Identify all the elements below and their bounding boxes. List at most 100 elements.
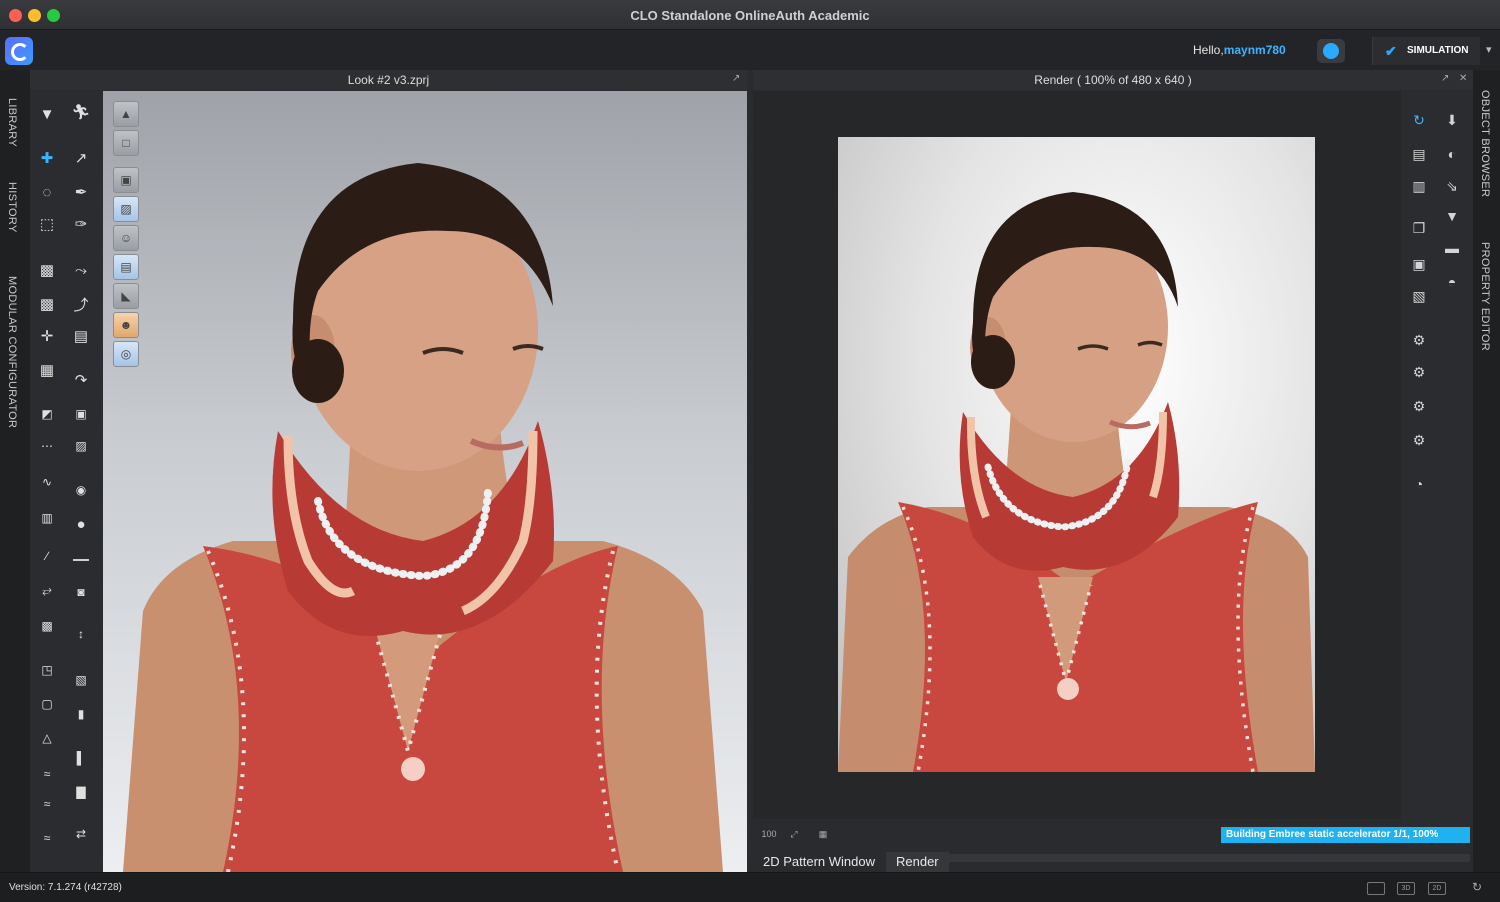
edit-brush-icon[interactable]: ✑ bbox=[68, 211, 94, 237]
username-link[interactable]: maynm780 bbox=[1224, 43, 1286, 57]
steps-icon[interactable]: ▇ bbox=[68, 779, 94, 805]
light-settings-icon[interactable]: ⚙ bbox=[1405, 393, 1433, 419]
clo-logo-icon[interactable] bbox=[5, 37, 33, 65]
caret-down-icon[interactable]: ▾ bbox=[1486, 43, 1492, 56]
bars-icon[interactable]: ▌ bbox=[68, 745, 94, 771]
layers-icon[interactable]: ≈ bbox=[34, 761, 60, 787]
shirt-icon[interactable]: △ bbox=[34, 725, 60, 751]
avatar-skin-icon[interactable]: ☻ bbox=[113, 312, 139, 338]
pattern-icon[interactable]: ◩ bbox=[34, 401, 60, 427]
gradient-icon[interactable]: ▣ bbox=[68, 401, 94, 427]
image-icon[interactable]: ▧ bbox=[1405, 283, 1433, 309]
tab-property-editor[interactable]: PROPERTY EDITOR bbox=[1479, 242, 1491, 351]
flatten-icon[interactable]: ⤳ bbox=[68, 257, 94, 283]
clo-app-window: CLO Standalone OnlineAuth Academic Hello… bbox=[0, 0, 1500, 902]
sewing-icon[interactable]: ⋯ bbox=[34, 433, 60, 459]
environment-globe-icon[interactable]: ◎ bbox=[113, 341, 139, 367]
shape-icon[interactable]: ▦ bbox=[34, 357, 60, 383]
chevrons-icon[interactable]: ≈ bbox=[34, 791, 60, 817]
pane-3d-title: Look #2 v3.zprj bbox=[347, 73, 430, 87]
trim-icon[interactable]: ▩ bbox=[34, 613, 60, 639]
tab-modular-configurator[interactable]: MODULAR CONFIGURATOR bbox=[6, 276, 18, 428]
texture-view-icon[interactable]: ▤ bbox=[113, 254, 139, 280]
turntable-icon[interactable]: ◔ bbox=[1405, 471, 1433, 497]
video-icon[interactable]: ▥ bbox=[1405, 173, 1433, 199]
video-settings-icon[interactable]: ⚙ bbox=[1405, 427, 1433, 453]
disk-icon[interactable]: ▬ bbox=[1438, 235, 1466, 261]
show-avatar-icon[interactable]: ☺ bbox=[113, 225, 139, 251]
avatar-display-icon[interactable]: ▲ bbox=[113, 101, 139, 127]
image-settings-icon[interactable]: ⚙ bbox=[1405, 327, 1433, 353]
move-gizmo-icon[interactable]: ✚ bbox=[34, 145, 60, 171]
copy-icon[interactable]: ❐ bbox=[1405, 215, 1433, 241]
avatar-3d-image bbox=[123, 163, 723, 872]
dome-icon[interactable]: ◓ bbox=[1438, 269, 1466, 295]
garment-icon[interactable]: ▩ bbox=[34, 257, 60, 283]
stack-icon[interactable]: ≈ bbox=[34, 825, 60, 851]
fit-icon[interactable]: ⤢ bbox=[784, 824, 804, 844]
brush-icon[interactable]: ✒ bbox=[68, 179, 94, 205]
show-pattern-icon[interactable]: ▨ bbox=[113, 196, 139, 222]
tape-icon[interactable]: ⥂ bbox=[34, 577, 60, 603]
jacket-icon[interactable]: ▢ bbox=[34, 691, 60, 717]
pin-icon[interactable]: ↗ bbox=[68, 145, 94, 171]
add-garment-icon[interactable]: ✛ bbox=[34, 323, 60, 349]
popout-icon[interactable]: ↗ bbox=[732, 73, 740, 84]
view-3d-button[interactable]: 3D bbox=[1397, 882, 1415, 895]
show-garment-icon[interactable]: ▣ bbox=[113, 167, 139, 193]
needle-icon[interactable]: ∕ bbox=[34, 543, 60, 569]
tab-library[interactable]: LIBRARY bbox=[6, 98, 18, 147]
view-split-button[interactable] bbox=[1367, 882, 1385, 895]
camera-icon[interactable]: ▣ bbox=[1405, 251, 1433, 277]
button-icon[interactable]: ● bbox=[68, 511, 94, 537]
render-download-icon[interactable]: ⬇ bbox=[1438, 107, 1466, 133]
tab-object-browser[interactable]: OBJECT BROWSER bbox=[1479, 90, 1491, 197]
shaded-view-icon[interactable]: ◣ bbox=[113, 283, 139, 309]
garment-shrink-icon[interactable]: ▩ bbox=[34, 291, 60, 317]
refresh-icon[interactable]: ↻ bbox=[1472, 880, 1482, 894]
chevron-double-icon: ✔ bbox=[1385, 43, 1397, 59]
tab-history[interactable]: HISTORY bbox=[6, 182, 18, 233]
fold-icon[interactable]: ↷ bbox=[68, 367, 94, 393]
simulation-mode-button[interactable]: ✔ SIMULATION bbox=[1372, 37, 1480, 65]
bottom-tab-bar: 2D Pattern Window Render bbox=[753, 852, 1473, 872]
zipper-icon[interactable]: ↕ bbox=[68, 621, 94, 647]
rotate-icon[interactable]: ◉ bbox=[68, 477, 94, 503]
clo-set-cloud-button[interactable] bbox=[1317, 39, 1345, 63]
viewport-3d[interactable] bbox=[103, 91, 747, 872]
light-cone-icon[interactable]: ▼ bbox=[1438, 203, 1466, 229]
lock-icon[interactable]: ◙ bbox=[68, 579, 94, 605]
rendered-avatar-image bbox=[838, 192, 1315, 772]
zoom-100-icon[interactable]: 100 bbox=[759, 824, 779, 844]
cube-icon[interactable]: ▮ bbox=[68, 701, 94, 727]
close-icon[interactable]: ✕ bbox=[1459, 73, 1467, 84]
box-icon[interactable]: ▧ bbox=[68, 667, 94, 693]
right-tab-strip: OBJECT BROWSER PROPERTY EDITOR bbox=[1473, 70, 1500, 872]
select-arrow-icon[interactable]: ▼ bbox=[34, 101, 60, 127]
clapper-icon[interactable]: ▤ bbox=[1405, 141, 1433, 167]
arrows-icon[interactable]: ⇄ bbox=[68, 821, 94, 847]
stitch-icon[interactable]: ∿ bbox=[34, 469, 60, 495]
line-icon[interactable] bbox=[68, 547, 94, 573]
hanger-icon[interactable]: ▤ bbox=[68, 323, 94, 349]
render-refresh-icon[interactable]: ↻ bbox=[1405, 107, 1433, 133]
fill-icon[interactable]: ▨ bbox=[68, 433, 94, 459]
tab-2d-pattern-window[interactable]: 2D Pattern Window bbox=[753, 852, 885, 872]
lasso-icon[interactable]: ◌ bbox=[34, 179, 60, 205]
view-2d-button[interactable]: 2D bbox=[1428, 882, 1446, 895]
pose-icon[interactable]: ⤴ bbox=[68, 291, 94, 317]
chart-icon[interactable]: ▥ bbox=[34, 505, 60, 531]
grid-icon[interactable]: ▦ bbox=[813, 824, 833, 844]
pane-3d-header: Look #2 v3.zprj ↗ bbox=[30, 70, 747, 90]
tab-bar-scroll-track[interactable] bbox=[946, 854, 1470, 862]
garment-display-icon[interactable]: □ bbox=[113, 130, 139, 156]
title-bar: CLO Standalone OnlineAuth Academic bbox=[0, 0, 1500, 30]
transform-icon[interactable]: ⬚ bbox=[34, 211, 60, 237]
popout-icon[interactable]: ↗ bbox=[1441, 73, 1449, 84]
sphere-icon[interactable]: ◐ bbox=[1438, 141, 1466, 167]
fold-arrange-icon[interactable]: ◳ bbox=[34, 657, 60, 683]
camera-settings-icon[interactable]: ⚙ bbox=[1405, 359, 1433, 385]
spotlight-icon[interactable]: ⇘ bbox=[1438, 173, 1466, 199]
avatar-pose-icon[interactable]: 🏃︎ bbox=[68, 99, 94, 125]
tab-render[interactable]: Render bbox=[886, 852, 949, 872]
